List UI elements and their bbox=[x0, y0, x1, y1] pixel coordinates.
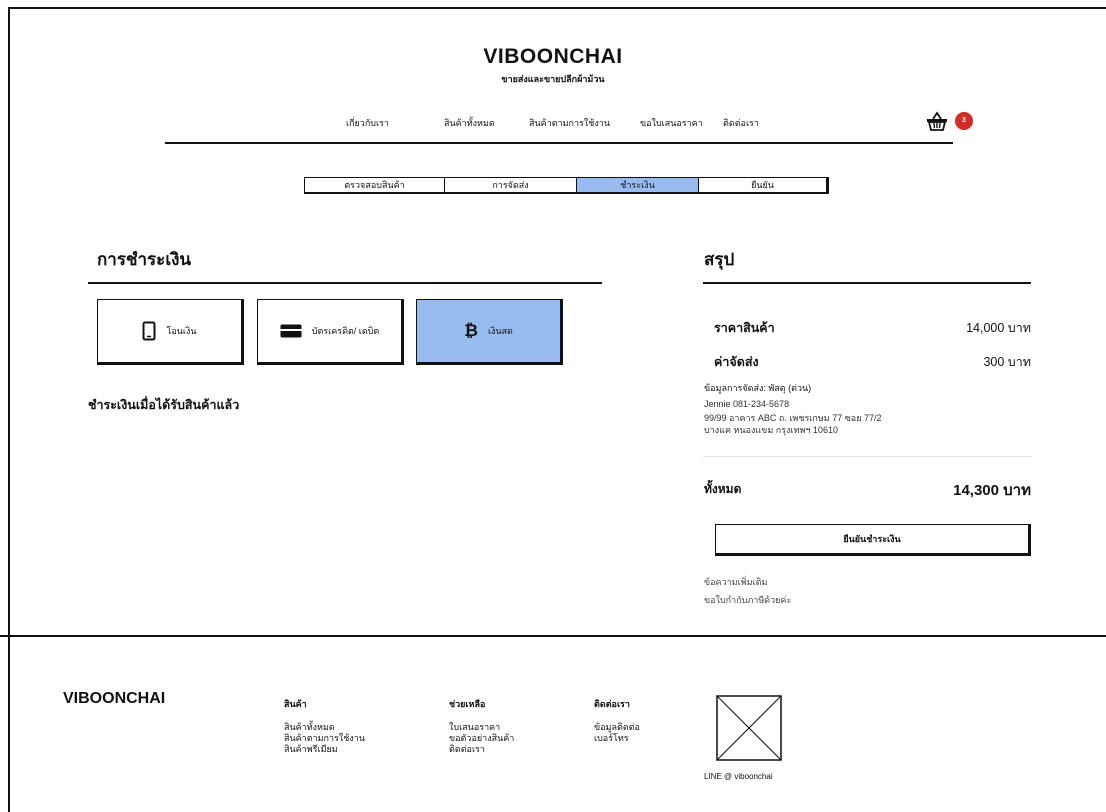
confirm-payment-button[interactable]: ยืนยันชำระเงิน bbox=[715, 524, 1031, 556]
footer-link-contact[interactable]: ติดต่อเรา bbox=[449, 744, 485, 755]
payment-note: ชำระเงินเมื่อได้รับสินค้าแล้ว bbox=[88, 398, 240, 412]
nav-contact[interactable]: ติดต่อเรา bbox=[723, 116, 759, 130]
site-logo[interactable]: VIBOONCHAI bbox=[0, 45, 1106, 69]
summary-separator bbox=[703, 456, 1031, 457]
additional-message-value: ขอใบกำกับภาษีด้วยค่ะ bbox=[704, 595, 792, 605]
step-payment[interactable]: ชำระเงิน bbox=[577, 178, 699, 192]
footer-help-title: ช่วยเหลือ bbox=[449, 699, 486, 709]
header-divider bbox=[165, 142, 953, 144]
total-label: ทั้งหมด bbox=[704, 482, 742, 496]
footer-divider bbox=[0, 635, 1106, 637]
shipping-fee-label: ค่าจัดส่ง bbox=[714, 355, 759, 369]
step-shipping[interactable]: การจัดส่ง bbox=[445, 178, 577, 192]
footer-link-premium-products[interactable]: สินค้าพรีเมียม bbox=[284, 744, 338, 755]
credit-card-icon bbox=[280, 324, 302, 338]
line-id[interactable]: LINE @ viboonchai bbox=[704, 772, 773, 781]
footer-link-products-by-use[interactable]: สินค้าตามการใช้งาน bbox=[284, 733, 365, 744]
payment-method-transfer[interactable]: โอนเงิน bbox=[97, 299, 244, 365]
phone-icon bbox=[142, 321, 156, 341]
shipping-address-line-2: บางแค หนองแขม กรุงเทพฯ 10610 bbox=[704, 425, 838, 435]
footer-contact-title: ติดต่อเรา bbox=[594, 699, 630, 709]
shipping-recipient: Jennie 081-234-5678 bbox=[704, 399, 790, 409]
nav-products-by-use[interactable]: สินค้าตามการใช้งาน bbox=[529, 116, 610, 130]
product-price-label: ราคาสินค้า bbox=[714, 321, 775, 335]
payment-method-card[interactable]: บัตรเครดิต/ เดบิต bbox=[257, 299, 404, 365]
footer-link-contact-info[interactable]: ข้อมูลติดต่อ bbox=[594, 722, 640, 733]
footer-link-phone[interactable]: เบอร์โทร bbox=[594, 733, 629, 744]
payment-divider bbox=[88, 282, 602, 284]
payment-method-cash[interactable]: ₿ เงินสด bbox=[416, 299, 563, 365]
summary-divider bbox=[703, 282, 1031, 284]
step-confirm[interactable]: ยืนยัน bbox=[699, 178, 826, 192]
cart-count-badge: 3 bbox=[955, 112, 973, 130]
footer-products-title: สินค้า bbox=[284, 699, 307, 709]
shipping-info-title: ข้อมูลการจัดส่ง: พัสดุ (ด่วน) bbox=[704, 383, 812, 393]
footer-link-quote[interactable]: ใบเสนอราคา bbox=[449, 722, 500, 733]
footer-logo[interactable]: VIBOONCHAI bbox=[63, 690, 165, 708]
payment-method-label: เงินสด bbox=[487, 326, 513, 336]
payment-title: การชำระเงิน bbox=[97, 250, 192, 269]
nav-all-products[interactable]: สินค้าทั้งหมด bbox=[444, 116, 495, 130]
product-price-value: 14,000 บาท bbox=[966, 321, 1031, 335]
bitcoin-icon: ₿ bbox=[464, 321, 478, 340]
payment-method-label: บัตรเครดิต/ เดบิต bbox=[311, 326, 380, 336]
footer-link-request-sample[interactable]: ขอตัวอย่างสินค้า bbox=[449, 733, 514, 744]
qr-code-placeholder bbox=[716, 695, 782, 761]
summary-title: สรุป bbox=[704, 250, 735, 269]
checkout-stepper: ตรวจสอบสินค้า การจัดส่ง ชำระเงิน ยืนยัน bbox=[304, 177, 829, 194]
site-tagline: ขายส่งและขายปลีกผ้าม้วน bbox=[501, 74, 605, 84]
step-review-products[interactable]: ตรวจสอบสินค้า bbox=[305, 178, 445, 192]
additional-message-label: ข้อความเพิ่มเติม bbox=[704, 577, 768, 587]
footer-link-all-products[interactable]: สินค้าทั้งหมด bbox=[284, 722, 335, 733]
total-value: 14,300 บาท bbox=[953, 482, 1031, 499]
nav-request-quote[interactable]: ขอใบเสนอราคา bbox=[640, 116, 703, 130]
nav-about[interactable]: เกี่ยวกับเรา bbox=[346, 116, 389, 130]
payment-method-label: โอนเงิน bbox=[166, 326, 197, 336]
shipping-fee-value: 300 บาท bbox=[983, 355, 1031, 369]
basket-icon[interactable] bbox=[926, 111, 948, 131]
